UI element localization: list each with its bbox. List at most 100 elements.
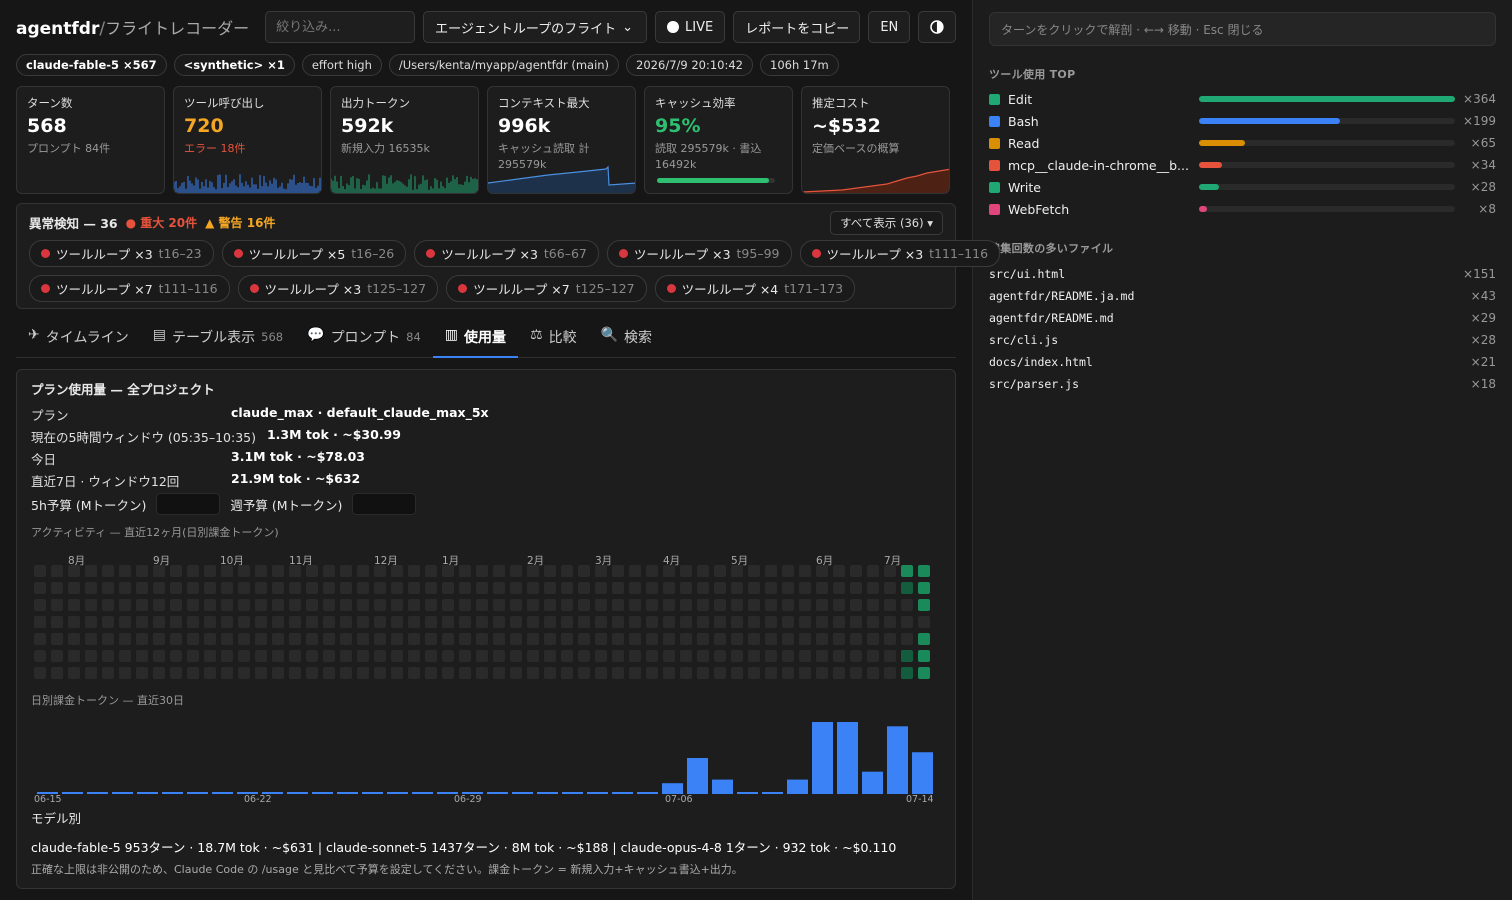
activity-cell: [833, 616, 845, 628]
tab-0[interactable]: ✈ タイムライン: [16, 323, 141, 358]
daily-bar[interactable]: [912, 752, 933, 794]
daily-bar[interactable]: [387, 792, 408, 794]
file-count: ×28: [1470, 333, 1496, 347]
daily-bar[interactable]: [112, 792, 133, 794]
activity-cell: [408, 616, 420, 628]
tool-row[interactable]: Read ×65: [989, 132, 1496, 154]
daily-bar[interactable]: [812, 722, 833, 794]
activity-cell: [476, 565, 488, 577]
daily-bar[interactable]: [337, 792, 358, 794]
week-value: 21.9M tok · ~$632: [231, 471, 361, 486]
anomaly-chip[interactable]: ツールループ ×3 t111–116: [799, 240, 1001, 267]
card-label: ターン数: [27, 96, 73, 110]
show-all-button[interactable]: すべて表示 (36) ▾: [830, 211, 943, 235]
anomaly-chip[interactable]: ツールループ ×7 t111–116: [29, 275, 230, 302]
activity-cell: [204, 599, 216, 611]
activity-cell: [578, 650, 590, 662]
file-row[interactable]: agentfdr/README.md ×29: [989, 307, 1496, 329]
file-row[interactable]: src/ui.html ×151: [989, 263, 1496, 285]
tab-label: テーブル表示: [172, 330, 256, 346]
daily-bar[interactable]: [662, 783, 683, 794]
theme-toggle-button[interactable]: [918, 11, 956, 43]
anomaly-chip[interactable]: ツールループ ×3 t125–127: [237, 275, 439, 302]
budget-5h-input[interactable]: [156, 493, 221, 515]
tab-4[interactable]: ⚖ 比較: [518, 323, 589, 358]
daily-bar[interactable]: [287, 792, 308, 794]
anomaly-chip[interactable]: ツールループ ×7 t125–127: [446, 275, 647, 302]
file-name: agentfdr/README.md: [989, 311, 1114, 325]
anomaly-chip[interactable]: ツールループ ×3 t66–67: [414, 240, 599, 267]
anomaly-chip[interactable]: ツールループ ×3 t16–23: [29, 240, 214, 267]
activity-cell: [578, 599, 590, 611]
daily-bar[interactable]: [687, 758, 708, 794]
daily-bar[interactable]: [312, 792, 333, 794]
daily-bar[interactable]: [712, 779, 733, 794]
activity-cell: [102, 633, 114, 645]
anomaly-chip[interactable]: ツールループ ×4 t171–173: [654, 275, 856, 302]
daily-bar[interactable]: [762, 792, 783, 794]
daily-bar[interactable]: [562, 792, 583, 794]
tool-row[interactable]: Write ×28: [989, 176, 1496, 198]
tool-row[interactable]: mcp__claude-in-chrome__b... ×34: [989, 154, 1496, 176]
daily-bar[interactable]: [537, 792, 558, 794]
daily-bar[interactable]: [837, 722, 858, 794]
daily-bar[interactable]: [162, 792, 183, 794]
tab-3[interactable]: ▥ 使用量: [432, 323, 519, 358]
daily-bar[interactable]: [212, 792, 233, 794]
daily-bar[interactable]: [362, 792, 383, 794]
week-label: 直近7日 · ウィンドウ12回: [31, 474, 180, 489]
anomaly-chip[interactable]: ツールループ ×5 t16–26: [221, 240, 407, 267]
activity-cell: [442, 650, 454, 662]
tool-row[interactable]: Bash ×199: [989, 110, 1496, 132]
file-row[interactable]: docs/index.html ×21: [989, 351, 1496, 373]
daily-bar[interactable]: [787, 779, 808, 794]
activity-cell: [884, 565, 896, 577]
tool-row[interactable]: Edit ×364: [989, 88, 1496, 110]
filter-input[interactable]: [265, 11, 416, 43]
daily-bar[interactable]: [737, 792, 758, 794]
daily-bar[interactable]: [862, 771, 883, 794]
tab-1[interactable]: ▤ テーブル表示 568: [141, 323, 295, 358]
daily-bar[interactable]: [87, 792, 108, 794]
daily-bar[interactable]: [637, 792, 658, 794]
daily-bar[interactable]: [487, 792, 508, 794]
daily-bar[interactable]: [512, 792, 533, 794]
activity-cell: [136, 616, 148, 628]
card-label: ツール呼び出し: [184, 96, 265, 110]
daily-bar[interactable]: [612, 792, 633, 794]
activity-cell: [170, 667, 182, 679]
activity-cell: [34, 667, 46, 679]
activity-cell: [595, 565, 607, 577]
tool-row[interactable]: WebFetch ×8: [989, 198, 1496, 220]
daily-bar[interactable]: [62, 792, 83, 794]
file-row[interactable]: src/parser.js ×18: [989, 373, 1496, 395]
live-button[interactable]: LIVE: [655, 11, 726, 43]
severity-dot-icon: [618, 249, 628, 258]
daily-bar[interactable]: [187, 792, 208, 794]
anomaly-chip[interactable]: ツールループ ×3 t95–99: [606, 240, 792, 267]
tab-5[interactable]: 🔍 検索: [589, 323, 664, 358]
daily-bar[interactable]: [137, 792, 158, 794]
activity-cell: [918, 616, 930, 628]
activity-cell: [561, 582, 573, 594]
activity-cell: [442, 633, 454, 645]
activity-cell: [527, 565, 539, 577]
tab-2[interactable]: 💬 プロンプト 84: [295, 323, 433, 358]
activity-cell: [238, 667, 250, 679]
file-row[interactable]: agentfdr/README.ja.md ×43: [989, 285, 1496, 307]
activity-cell: [255, 633, 267, 645]
daily-bar[interactable]: [412, 792, 433, 794]
language-button[interactable]: EN: [868, 11, 911, 43]
session-select[interactable]: エージェントループのフライト ⌄: [423, 11, 648, 43]
daily-bar[interactable]: [587, 792, 608, 794]
activity-cell: [833, 582, 845, 594]
copy-report-button[interactable]: レポートをコピー: [733, 11, 861, 43]
activity-cell: [833, 565, 845, 577]
file-row[interactable]: src/cli.js ×28: [989, 329, 1496, 351]
daily-bar[interactable]: [887, 726, 908, 794]
activity-cell: [816, 650, 828, 662]
activity-cell: [493, 633, 505, 645]
budget-week-input[interactable]: [352, 493, 417, 515]
cache-efficiency-bar: [657, 178, 775, 183]
activity-cell: [782, 599, 794, 611]
